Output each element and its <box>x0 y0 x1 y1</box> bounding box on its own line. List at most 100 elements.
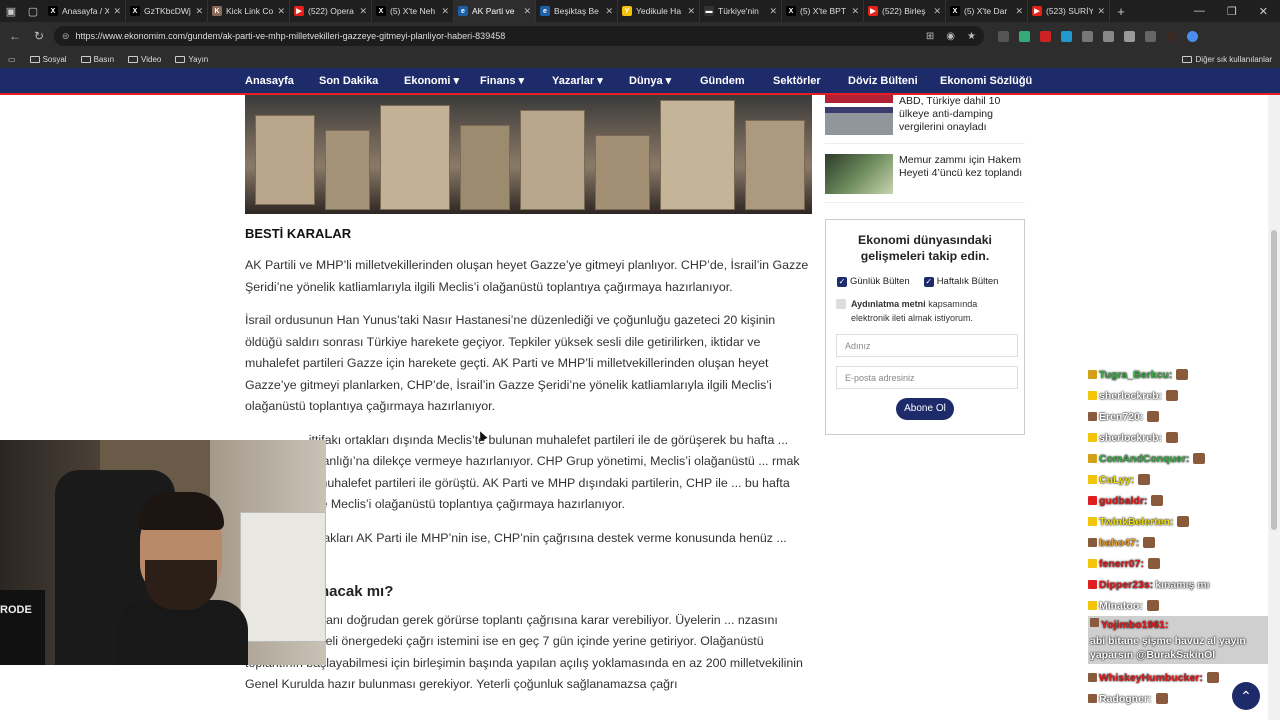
site-nav-item[interactable]: Finans ▾ <box>480 74 552 87</box>
chat-username[interactable]: sherlockreb: <box>1099 390 1162 402</box>
extension-icon[interactable] <box>1061 30 1072 42</box>
chat-username[interactable]: CuLyy: <box>1099 474 1134 486</box>
chat-username[interactable]: Radogner: <box>1099 693 1152 705</box>
chat-username[interactable]: baho47: <box>1099 537 1139 549</box>
extension-icon[interactable] <box>1082 30 1093 42</box>
bookmark-folder[interactable]: Sosyal <box>29 55 67 64</box>
bookmark-folder[interactable]: Basın <box>80 55 114 64</box>
browser-tab[interactable]: Y Yedikule Ha ✕ <box>618 0 700 22</box>
site-info-icon[interactable]: ⊜ <box>62 31 70 42</box>
new-tab-button[interactable]: + <box>1110 4 1132 19</box>
browser-tab[interactable]: X GzTKbcDWj ✕ <box>126 0 208 22</box>
browser-tab[interactable]: K Kick Link Co ✕ <box>208 0 290 22</box>
url-text[interactable]: https://www.ekonomim.com/gundem/ak-parti… <box>76 31 506 41</box>
daily-bulletin-checkbox[interactable]: ✓ Günlük Bülten <box>837 276 910 287</box>
scroll-to-top-button[interactable]: ⌃ <box>1232 682 1260 710</box>
close-tab-icon[interactable]: ✕ <box>523 6 531 17</box>
browser-tab[interactable]: X (5) X'te Neh ✕ <box>372 0 454 22</box>
weekly-bulletin-checkbox[interactable]: ✓ Haftalık Bülten <box>923 276 998 287</box>
extension-icon[interactable] <box>1019 30 1030 42</box>
extension-icon[interactable] <box>1103 30 1114 42</box>
browser-tab[interactable]: ▶ (522) Birleş ✕ <box>864 0 946 22</box>
close-tab-icon[interactable]: ✕ <box>687 6 695 17</box>
minimize-icon[interactable]: — <box>1194 5 1205 18</box>
extension-icon[interactable] <box>998 30 1009 42</box>
chat-username[interactable]: sherlockreb: <box>1099 432 1162 444</box>
back-icon[interactable]: ← <box>6 29 24 43</box>
site-nav-item[interactable]: Ekonomi Sözlüğü <box>940 75 1050 87</box>
checkbox-unchecked-icon[interactable] <box>836 299 846 309</box>
chat-username[interactable]: TwinkBelerten: <box>1099 516 1173 528</box>
chat-username[interactable]: fenerr07: <box>1099 558 1144 570</box>
browser-tab[interactable]: X (5) X'te BPT ✕ <box>782 0 864 22</box>
subscribe-button[interactable]: Abone Ol <box>896 398 954 420</box>
close-tab-icon[interactable]: ✕ <box>769 6 777 17</box>
copilot-icon[interactable] <box>1187 30 1198 42</box>
news-title[interactable]: ABD, Türkiye dahil 10 ülkeye anti-dampin… <box>899 95 1025 134</box>
chat-username[interactable]: ComAndConquer: <box>1099 453 1189 465</box>
extension-icon[interactable] <box>1040 30 1051 42</box>
app-install-icon[interactable]: ⊞ <box>926 31 934 42</box>
reader-icon[interactable]: ◉ <box>946 31 955 42</box>
browser-tab[interactable]: X (5) X'te Dar ✕ <box>946 0 1028 22</box>
close-tab-icon[interactable]: ✕ <box>605 6 613 17</box>
close-window-icon[interactable]: ✕ <box>1259 5 1268 18</box>
news-title[interactable]: Memur zammı için Hakem Heyeti 4’üncü kez… <box>899 154 1025 180</box>
browser-tab[interactable]: ▶ (522) Opera ✕ <box>290 0 372 22</box>
site-nav-item[interactable]: Sektörler <box>773 75 848 87</box>
bookmark-folder[interactable]: Yayın <box>175 55 208 64</box>
favorite-star-icon[interactable]: ★ <box>967 31 976 42</box>
site-nav-item[interactable]: Ekonomi ▾ <box>404 74 480 87</box>
chat-username[interactable]: Tugra_Berkcu: <box>1099 369 1172 381</box>
close-tab-icon[interactable]: ✕ <box>113 6 121 17</box>
bookmark-folder[interactable]: Video <box>128 55 161 64</box>
bookmarks-menu-icon[interactable]: ▭ <box>8 55 16 64</box>
browser-menu-icon[interactable]: ▣ <box>0 0 22 22</box>
site-nav-item[interactable]: Gündem <box>700 75 773 87</box>
address-bar[interactable]: ⊜ https://www.ekonomim.com/gundem/ak-par… <box>54 26 984 46</box>
checkbox-checked-icon[interactable]: ✓ <box>923 276 934 287</box>
close-tab-icon[interactable]: ✕ <box>359 6 367 17</box>
close-tab-icon[interactable]: ✕ <box>933 6 941 17</box>
close-tab-icon[interactable]: ✕ <box>851 6 859 17</box>
reload-icon[interactable]: ↻ <box>30 29 48 43</box>
chat-username[interactable]: Minatoo: <box>1099 600 1143 612</box>
site-nav-item[interactable]: Dünya ▾ <box>629 74 700 87</box>
chat-username[interactable]: WhiskeyHumbucker: <box>1099 672 1203 684</box>
close-tab-icon[interactable]: ✕ <box>1097 6 1105 17</box>
page-scrollbar[interactable] <box>1268 95 1280 720</box>
email-input[interactable]: E-posta adresiniz <box>836 366 1018 389</box>
news-thumbnail[interactable] <box>825 95 893 135</box>
chat-username[interactable]: Dipper23s: <box>1099 579 1153 591</box>
consent-checkbox[interactable]: Aydınlatma metni kapsamında elektronik i… <box>836 297 1014 325</box>
related-news-item[interactable]: Memur zammı için Hakem Heyeti 4’üncü kez… <box>825 154 1025 203</box>
close-tab-icon[interactable]: ✕ <box>441 6 449 17</box>
consent-link[interactable]: Aydınlatma metni <box>851 299 926 309</box>
site-nav-item[interactable]: Son Dakika <box>319 75 404 87</box>
related-news-item[interactable]: ABD, Türkiye dahil 10 ülkeye anti-dampin… <box>825 95 1025 144</box>
extension-icon[interactable] <box>1145 30 1156 42</box>
browser-tab[interactable]: e AK Parti ve ✕ <box>454 0 536 22</box>
name-input[interactable]: Adınız <box>836 334 1018 357</box>
browser-tab[interactable]: X Anasayfa / X ✕ <box>44 0 126 22</box>
checkbox-checked-icon[interactable]: ✓ <box>837 276 847 287</box>
close-tab-icon[interactable]: ✕ <box>1015 6 1023 17</box>
browser-tab[interactable]: ▬ Türkiye'nin ✕ <box>700 0 782 22</box>
browser-tab[interactable]: e Beşiktaş Be ✕ <box>536 0 618 22</box>
browser-tab[interactable]: ▶ (523) SURİY ✕ <box>1028 0 1110 22</box>
close-tab-icon[interactable]: ✕ <box>195 6 203 17</box>
chat-username[interactable]: Eren720: <box>1099 411 1143 423</box>
chat-username[interactable]: gudbaldr: <box>1099 495 1147 507</box>
site-nav-item[interactable]: Döviz Bülteni <box>848 75 940 87</box>
site-nav-item[interactable]: Anasayfa <box>245 75 319 87</box>
close-tab-icon[interactable]: ✕ <box>277 6 285 17</box>
other-bookmarks[interactable]: Diğer sık kullanılanlar <box>1181 55 1272 64</box>
profile-avatar[interactable] <box>1166 30 1177 42</box>
tab-actions-icon[interactable]: ▢ <box>22 0 44 22</box>
maximize-icon[interactable]: ❐ <box>1227 5 1237 18</box>
extension-icon[interactable] <box>1124 30 1135 42</box>
chat-username[interactable]: Yojimbo1961: <box>1101 618 1169 632</box>
scrollbar-thumb[interactable] <box>1271 230 1277 530</box>
news-thumbnail[interactable] <box>825 154 893 194</box>
site-nav-item[interactable]: Yazarlar ▾ <box>552 74 629 87</box>
